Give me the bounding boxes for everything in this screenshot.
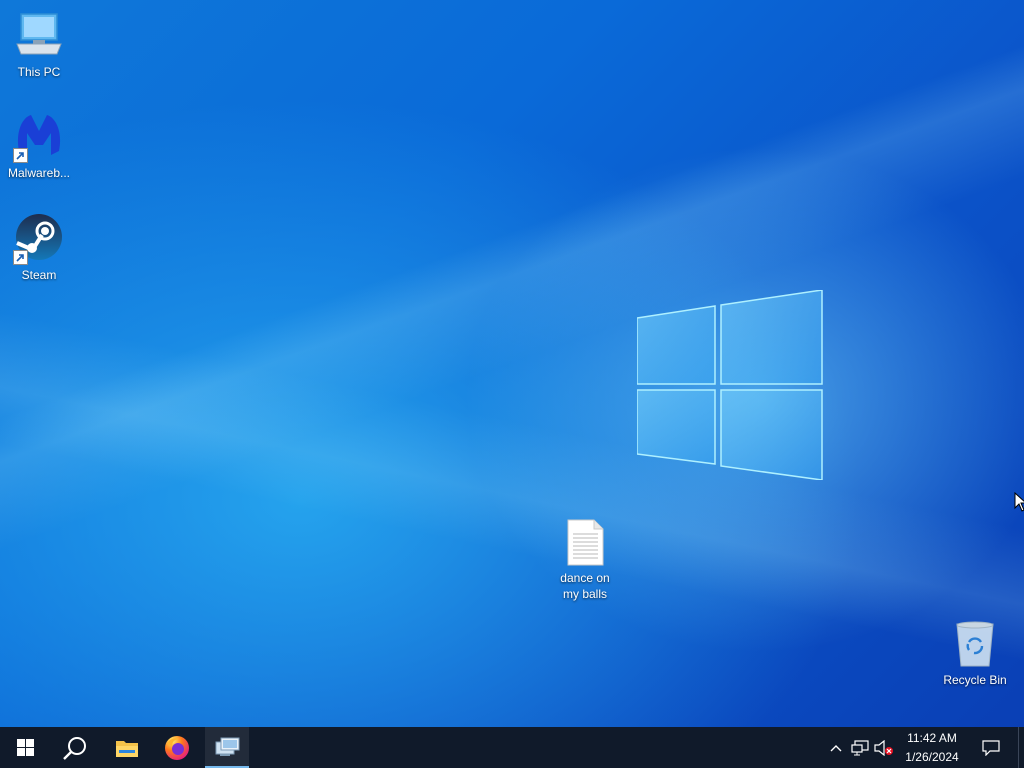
shortcut-arrow-icon <box>13 148 28 163</box>
search-icon <box>63 736 86 760</box>
clock-date: 1/26/2024 <box>905 750 959 764</box>
recycle-bin-icon <box>949 620 1001 670</box>
action-center-icon <box>982 739 1000 756</box>
desktop-icon-text-file[interactable]: dance on my balls <box>547 518 623 602</box>
file-explorer-icon <box>116 740 138 757</box>
shortcut-arrow-icon <box>13 250 28 265</box>
windows-start-icon <box>16 739 34 756</box>
chevron-up-icon <box>830 744 842 751</box>
desktop-icon-label: Malwareb... <box>7 166 71 180</box>
desktop-icon-label: Steam <box>21 268 57 282</box>
desktop-icon-label: Recycle Bin <box>943 673 1007 687</box>
desktop-icon-label: dance on my balls <box>560 571 610 601</box>
action-center-button[interactable] <box>978 727 1004 768</box>
start-button[interactable] <box>0 727 50 768</box>
volume-tray-button[interactable] <box>873 727 895 768</box>
this-pc-icon <box>13 10 65 62</box>
steam-icon <box>13 213 65 265</box>
malwarebytes-icon <box>13 111 65 163</box>
windows-logo-wallpaper <box>637 290 823 480</box>
desktop-icon-this-pc[interactable]: This PC <box>1 10 77 80</box>
network-tray-button[interactable] <box>849 727 871 768</box>
taskbar-firefox[interactable] <box>154 727 200 768</box>
desktop-icon-recycle-bin[interactable]: Recycle Bin <box>937 620 1013 688</box>
text-document-icon <box>559 518 611 568</box>
light-beam <box>0 0 1024 727</box>
desktop-background: This PC Malwareb... Steam dance on my ba… <box>0 0 1024 727</box>
firefox-icon <box>165 735 189 760</box>
remote-desktop-icon <box>215 737 240 756</box>
desktop-icon-label: This PC <box>17 65 61 79</box>
desktop-icon-steam[interactable]: Steam <box>1 213 77 283</box>
clock-time: 11:42 AM <box>907 731 957 745</box>
light-beam <box>0 0 1024 727</box>
search-button[interactable] <box>52 727 98 768</box>
volume-muted-icon <box>874 739 893 756</box>
show-desktop-button[interactable] <box>1018 727 1024 768</box>
desktop-icon-malwarebytes[interactable]: Malwareb... <box>1 111 77 181</box>
show-hidden-icons-button[interactable] <box>826 727 846 768</box>
taskbar: 11:42 AM 1/26/2024 <box>0 727 1024 768</box>
taskbar-remote-desktop[interactable] <box>205 727 249 768</box>
taskbar-clock[interactable]: 11:42 AM 1/26/2024 <box>896 729 968 767</box>
network-icon <box>851 739 869 755</box>
taskbar-file-explorer[interactable] <box>104 727 150 768</box>
mouse-cursor-icon <box>1014 492 1024 512</box>
